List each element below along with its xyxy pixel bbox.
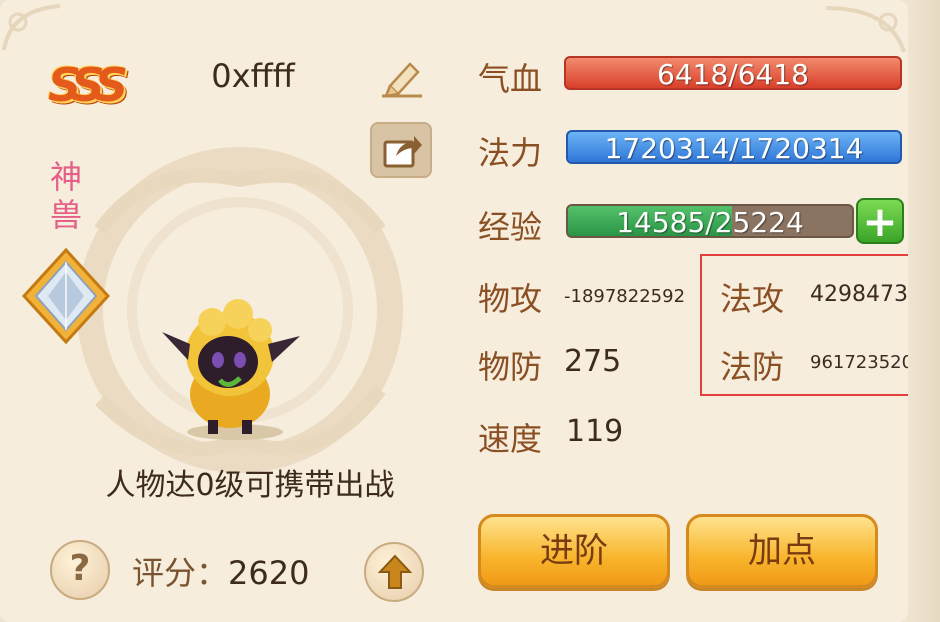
carry-requirement-text: 人物达0级可携带出战 [105, 468, 395, 503]
pet-sheep-figure [162, 299, 300, 440]
panel-right-edge [908, 0, 940, 622]
pet-score: 评分：2620 [132, 548, 352, 594]
hp-label: 气血 [478, 60, 543, 98]
add-points-button-label: 加点 [748, 531, 816, 571]
question-icon: ? [69, 548, 91, 589]
speed-value: 119 [566, 414, 624, 449]
exp-bar-text: 14585/25224 [616, 206, 804, 238]
upgrade-button[interactable] [364, 542, 424, 602]
exp-label: 经验 [478, 208, 543, 246]
phys-def-value: 275 [564, 344, 622, 379]
pet-type-char-1: 神 [49, 158, 82, 196]
share-icon [383, 136, 422, 168]
pencil-icon[interactable] [378, 56, 426, 98]
advance-button[interactable]: 进阶 [478, 514, 670, 588]
advance-button-label: 进阶 [540, 531, 608, 571]
mp-bar: 1720314/1720314 [566, 130, 902, 164]
pet-info-panel: SSS 0xffff 神 兽 人物达0级可携带出战 ? 评分：2620 气血 6… [0, 0, 932, 622]
mp-bar-text: 1720314/1720314 [604, 132, 864, 164]
phys-atk-label: 物攻 [478, 280, 543, 318]
share-button[interactable] [370, 122, 432, 178]
phys-def-label: 物防 [478, 348, 543, 386]
exp-bar: 14585/25224 [566, 204, 854, 238]
pet-name: 0xffff [211, 57, 295, 95]
speed-label: 速度 [478, 420, 543, 458]
add-points-button[interactable]: 加点 [686, 514, 878, 588]
plus-icon: + [862, 197, 898, 246]
score-label: 评分： [132, 554, 229, 592]
corner-ornament-top-right [825, 6, 906, 53]
magic-stats-highlight [700, 254, 932, 396]
hp-bar: 6418/6418 [564, 56, 902, 90]
arrow-up-icon [378, 554, 412, 589]
diamond-gem-icon[interactable] [22, 248, 110, 344]
add-exp-button[interactable]: + [856, 197, 904, 246]
hp-bar-text: 6418/6418 [657, 58, 809, 90]
pet-type-label: 神 兽 [40, 158, 92, 234]
grade-badge: SSS [48, 58, 128, 112]
mp-label: 法力 [478, 134, 543, 172]
help-button[interactable]: ? [50, 540, 110, 600]
corner-ornament-top-left [2, 4, 61, 51]
score-value: 2620 [228, 554, 310, 592]
phys-atk-value: -1897822592 [564, 286, 686, 307]
pet-type-char-2: 兽 [49, 196, 82, 234]
